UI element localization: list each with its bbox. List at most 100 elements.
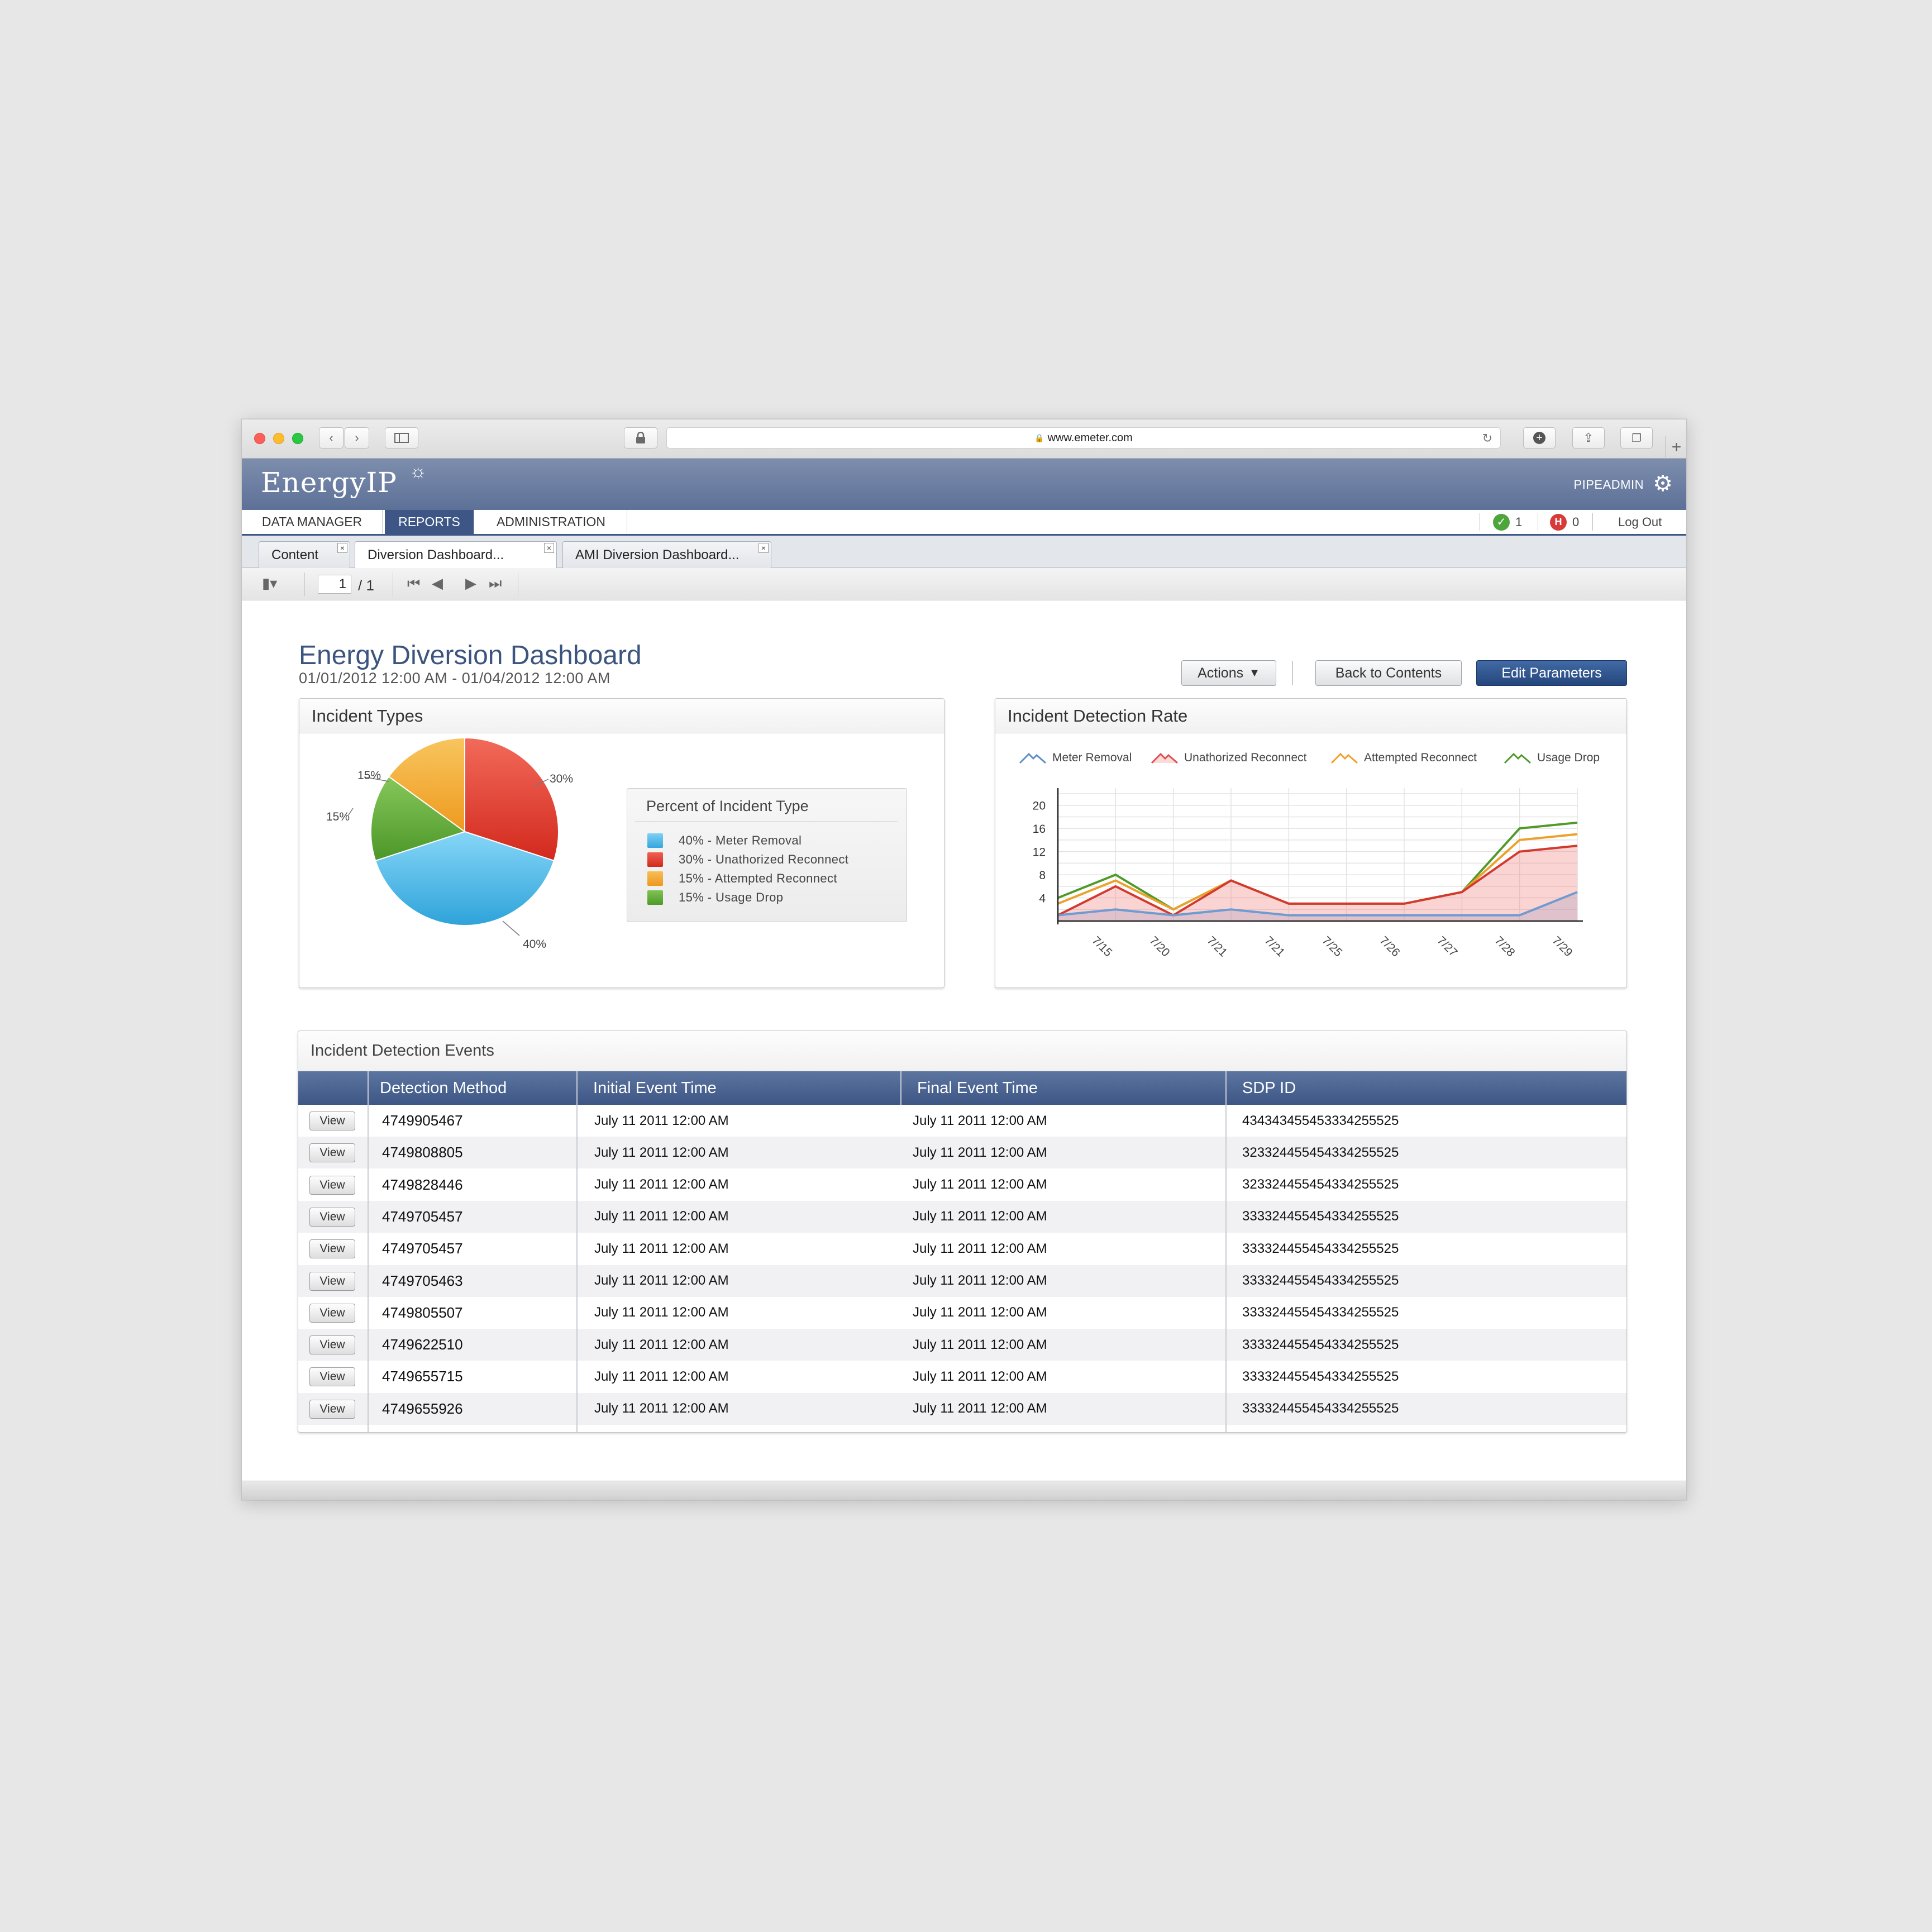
ok-count: 1 <box>1515 514 1523 529</box>
toc-toggle-icon[interactable]: ▮▾ <box>262 575 277 592</box>
chevron-right-icon: › <box>355 431 359 445</box>
actions-button[interactable]: Actions ▼ <box>1181 660 1276 686</box>
view-button[interactable]: View <box>309 1399 355 1419</box>
cell-sdp-id: 323324455454334255525 <box>1242 1144 1399 1160</box>
privacy-button[interactable] <box>624 427 657 449</box>
tabs-overview-button[interactable]: ❐ <box>1620 427 1653 449</box>
cell-detection-method: 4749808805 <box>382 1144 463 1161</box>
cell-final-event-time: July 11 2011 12:00 AM <box>913 1337 1047 1352</box>
cell-detection-method: 4749705457 <box>382 1208 463 1225</box>
view-button[interactable]: View <box>309 1143 355 1163</box>
cell-sdp-id: 333324455454334255525 <box>1242 1305 1399 1320</box>
legend-label: Unathorized Reconnect <box>1184 751 1307 764</box>
legend-swatch <box>647 833 663 848</box>
y-tick-label: 16 <box>1033 823 1046 836</box>
minimize-window-button[interactable] <box>273 433 284 444</box>
last-page-icon[interactable]: ⏭ <box>489 575 502 593</box>
view-button[interactable]: View <box>309 1271 355 1291</box>
first-page-icon[interactable]: ⏮ <box>407 575 420 593</box>
cell-initial-event-time: July 11 2011 12:00 AM <box>594 1337 729 1352</box>
cell-detection-method: 4749655715 <box>382 1368 463 1385</box>
nav-reports[interactable]: REPORTS <box>385 510 474 534</box>
downloads-button[interactable]: + <box>1523 427 1556 449</box>
error-status[interactable]: H 0 <box>1550 510 1579 534</box>
cell-sdp-id: 333324455454334255525 <box>1242 1368 1399 1384</box>
legend-attempted: Attempted Reconnect <box>1330 751 1477 765</box>
close-icon[interactable]: × <box>337 543 347 553</box>
cell-detection-method: 4749705463 <box>382 1272 463 1289</box>
mountain-icon <box>1330 752 1358 764</box>
cell-detection-method: 4749655926 <box>382 1400 463 1417</box>
legend-label: Usage Drop <box>1537 751 1600 764</box>
tab-content[interactable]: Content × <box>259 541 350 568</box>
table-row: View 4749828446 July 11 2011 12:00 AM July … <box>298 1169 1626 1201</box>
table-header: Detection Method Initial Event Time Fina… <box>298 1071 1626 1105</box>
column-header-sdp-id[interactable]: SDP ID <box>1230 1071 1296 1105</box>
x-tick-label: 7/21 <box>1204 934 1229 959</box>
column-header-initial-event-time[interactable]: Initial Event Time <box>581 1071 717 1105</box>
new-tab-button[interactable]: + <box>1665 436 1686 459</box>
panel-title: Incident Detection Events <box>298 1031 1626 1071</box>
tab-diversion-dashboard[interactable]: Diversion Dashboard... × <box>355 541 557 569</box>
view-button[interactable]: View <box>309 1303 355 1323</box>
legend-item-attempted: 15% - Attempted Reconnect <box>647 871 837 886</box>
cell-final-event-time: July 11 2011 12:00 AM <box>913 1209 1047 1224</box>
next-page-icon[interactable]: ▶ <box>465 575 476 592</box>
view-button[interactable]: View <box>309 1207 355 1227</box>
reload-icon[interactable]: ↻ <box>1482 431 1492 446</box>
y-tick-label: 20 <box>1033 800 1046 813</box>
view-button[interactable]: View <box>309 1335 355 1355</box>
view-button[interactable]: View <box>309 1367 355 1387</box>
view-button[interactable]: View <box>309 1112 355 1130</box>
detection-rate-panel: Incident Detection Rate Meter Removal Un… <box>995 698 1627 988</box>
column-header-final-event-time[interactable]: Final Event Time <box>905 1071 1038 1105</box>
tab-ami-diversion-dashboard[interactable]: AMI Diversion Dashboard... × <box>562 541 771 568</box>
share-button[interactable]: ⇪ <box>1572 427 1605 449</box>
user-name[interactable]: PIPEADMIN <box>1573 478 1644 492</box>
close-icon[interactable]: × <box>544 543 554 553</box>
back-to-contents-button[interactable]: Back to Contents <box>1315 660 1462 686</box>
cell-detection-method: 4749705457 <box>382 1240 463 1257</box>
legend-unauthorized: Unathorized Reconnect <box>1151 751 1306 765</box>
back-button[interactable]: ‹ <box>319 427 344 449</box>
chevron-down-icon: ▼ <box>1249 666 1260 679</box>
chevron-left-icon: ‹ <box>329 431 333 445</box>
nav-data-manager[interactable]: DATA MANAGER <box>242 510 383 534</box>
view-button[interactable]: View <box>309 1175 355 1195</box>
table-row: View 4749705457 July 11 2011 12:00 AM July … <box>298 1200 1626 1233</box>
table-row: View 4749808805 July 11 2011 12:00 AM July … <box>298 1137 1626 1169</box>
view-button[interactable]: View <box>309 1239 355 1259</box>
gear-icon[interactable]: ⚙ <box>1653 471 1673 497</box>
sidebar-toggle-button[interactable] <box>385 427 418 449</box>
legend-item-unauthorized: 30% - Unathorized Reconnect <box>647 852 848 867</box>
actions-label: Actions <box>1198 665 1244 681</box>
logout-link[interactable]: Log Out <box>1618 510 1662 534</box>
table-row: View 4749622510 July 11 2011 12:00 AM July … <box>298 1329 1626 1361</box>
y-tick-label: 8 <box>1039 869 1046 882</box>
cell-initial-event-time: July 11 2011 12:00 AM <box>594 1368 729 1384</box>
x-tick-label: 7/28 <box>1492 934 1517 959</box>
tabs-icon: ❐ <box>1632 432 1642 445</box>
pie-label-40: 40% <box>523 938 547 951</box>
tab-label: Content <box>271 547 319 562</box>
address-bar[interactable]: 🔒 www.emeter.com ↻ <box>666 427 1501 449</box>
cell-detection-method: 4749828446 <box>382 1176 463 1193</box>
cell-detection-method: 4749905467 <box>382 1112 463 1129</box>
check-circle-icon: ✓ <box>1493 513 1510 531</box>
column-header-detection-method[interactable]: Detection Method <box>368 1071 507 1105</box>
nav-administration[interactable]: ADMINISTRATION <box>475 510 627 534</box>
page-number-input[interactable] <box>318 575 351 594</box>
url-text: www.emeter.com <box>1047 431 1133 444</box>
ok-status[interactable]: ✓ 1 <box>1493 510 1522 534</box>
previous-page-icon[interactable]: ◀ <box>432 575 443 592</box>
tab-label: Diversion Dashboard... <box>368 547 504 562</box>
legend-item-usage-drop: 15% - Usage Drop <box>647 890 783 905</box>
cell-sdp-id: 333324455454334255525 <box>1242 1241 1399 1256</box>
close-icon[interactable]: × <box>759 543 769 553</box>
close-window-button[interactable] <box>254 433 265 444</box>
cell-sdp-id: 434343455453334255525 <box>1242 1113 1399 1128</box>
zoom-window-button[interactable] <box>292 433 303 444</box>
forward-button[interactable]: › <box>345 427 369 449</box>
panel-title: Incident Types <box>299 699 944 733</box>
edit-parameters-button[interactable]: Edit Parameters <box>1476 660 1627 686</box>
